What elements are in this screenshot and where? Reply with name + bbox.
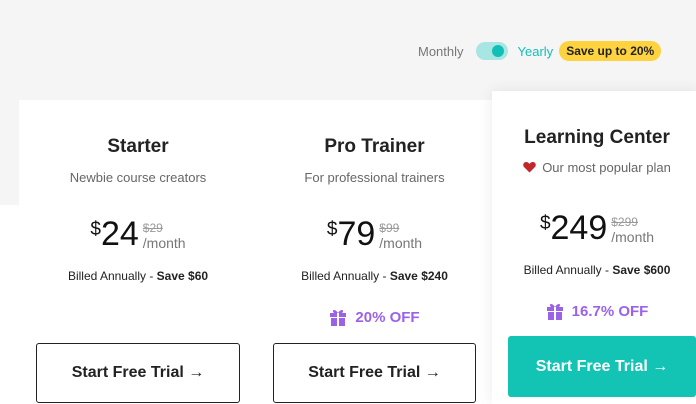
price-amount: 24 bbox=[100, 215, 139, 253]
gift-icon bbox=[330, 309, 347, 326]
button-label: Start Free Trial → bbox=[71, 364, 205, 381]
plan-name: Pro Trainer bbox=[324, 136, 425, 157]
switch-knob bbox=[491, 45, 504, 57]
currency-symbol: $ bbox=[539, 213, 551, 234]
heart-icon bbox=[523, 162, 536, 173]
plan-card-pro-trainer: Pro Trainer For professional trainers $ … bbox=[257, 100, 492, 404]
start-free-trial-button[interactable]: Start Free Trial → bbox=[273, 343, 476, 403]
save-badge: Save up to 20% bbox=[559, 41, 662, 61]
billing-note: Billed Annually - Save $600 bbox=[492, 263, 696, 277]
old-price: $99 bbox=[379, 221, 400, 235]
billing-savings: Save $600 bbox=[612, 263, 671, 277]
discount-badge: 16.7% OFF bbox=[492, 302, 696, 320]
plan-name: Learning Center bbox=[524, 127, 670, 148]
old-price: $29 bbox=[142, 221, 163, 235]
price-period: /month bbox=[379, 235, 423, 251]
plan-subtitle: Newbie course creators bbox=[69, 170, 207, 185]
plan-name: Starter bbox=[107, 136, 169, 157]
plan-card-learning-center: Learning Center Our most popular plan $ … bbox=[492, 91, 696, 404]
discount-label: 16.7% OFF bbox=[571, 302, 649, 320]
discount-label: 20% OFF bbox=[355, 308, 420, 326]
price-period: /month bbox=[611, 229, 655, 245]
plan-subtitle: For professional trainers bbox=[304, 170, 445, 185]
billing-note: Billed Annually - Save $60 bbox=[19, 269, 257, 283]
price-amount: 249 bbox=[550, 209, 608, 247]
billing-prefix: Billed Annually - bbox=[67, 269, 157, 283]
billing-toggle: Monthly Yearly Save up to 20% bbox=[418, 40, 662, 62]
gift-icon bbox=[546, 303, 563, 320]
price: $ 24 $29 /month bbox=[19, 217, 257, 251]
monthly-label[interactable]: Monthly bbox=[418, 44, 464, 59]
tagline-text: Our most popular plan bbox=[542, 160, 671, 175]
price: $ 79 $99 /month bbox=[257, 217, 492, 251]
billing-prefix: Billed Annually - bbox=[523, 263, 613, 277]
billing-note: Billed Annually - Save $240 bbox=[257, 269, 492, 283]
currency-symbol: $ bbox=[90, 219, 101, 240]
currency-symbol: $ bbox=[326, 219, 338, 240]
discount-badge: 20% OFF bbox=[257, 308, 492, 326]
yearly-label[interactable]: Yearly bbox=[518, 44, 554, 59]
old-price: $299 bbox=[611, 215, 638, 229]
billing-switch[interactable] bbox=[475, 42, 508, 60]
price-period: /month bbox=[142, 235, 186, 251]
start-free-trial-button[interactable]: Start Free Trial → bbox=[508, 336, 696, 397]
billing-savings: Save $60 bbox=[156, 269, 209, 283]
button-label: Start Free Trial → bbox=[535, 357, 669, 375]
popular-tagline: Our most popular plan bbox=[492, 160, 696, 175]
price-amount: 79 bbox=[337, 215, 376, 253]
button-label: Start Free Trial → bbox=[308, 364, 441, 381]
billing-prefix: Billed Annually - bbox=[301, 269, 390, 283]
billing-savings: Save $240 bbox=[389, 269, 448, 283]
plan-card-starter: Starter Newbie course creators $ 24 $29 … bbox=[19, 100, 257, 404]
start-free-trial-button[interactable]: Start Free Trial → bbox=[36, 343, 240, 403]
price: $ 249 $299 /month bbox=[492, 211, 696, 245]
